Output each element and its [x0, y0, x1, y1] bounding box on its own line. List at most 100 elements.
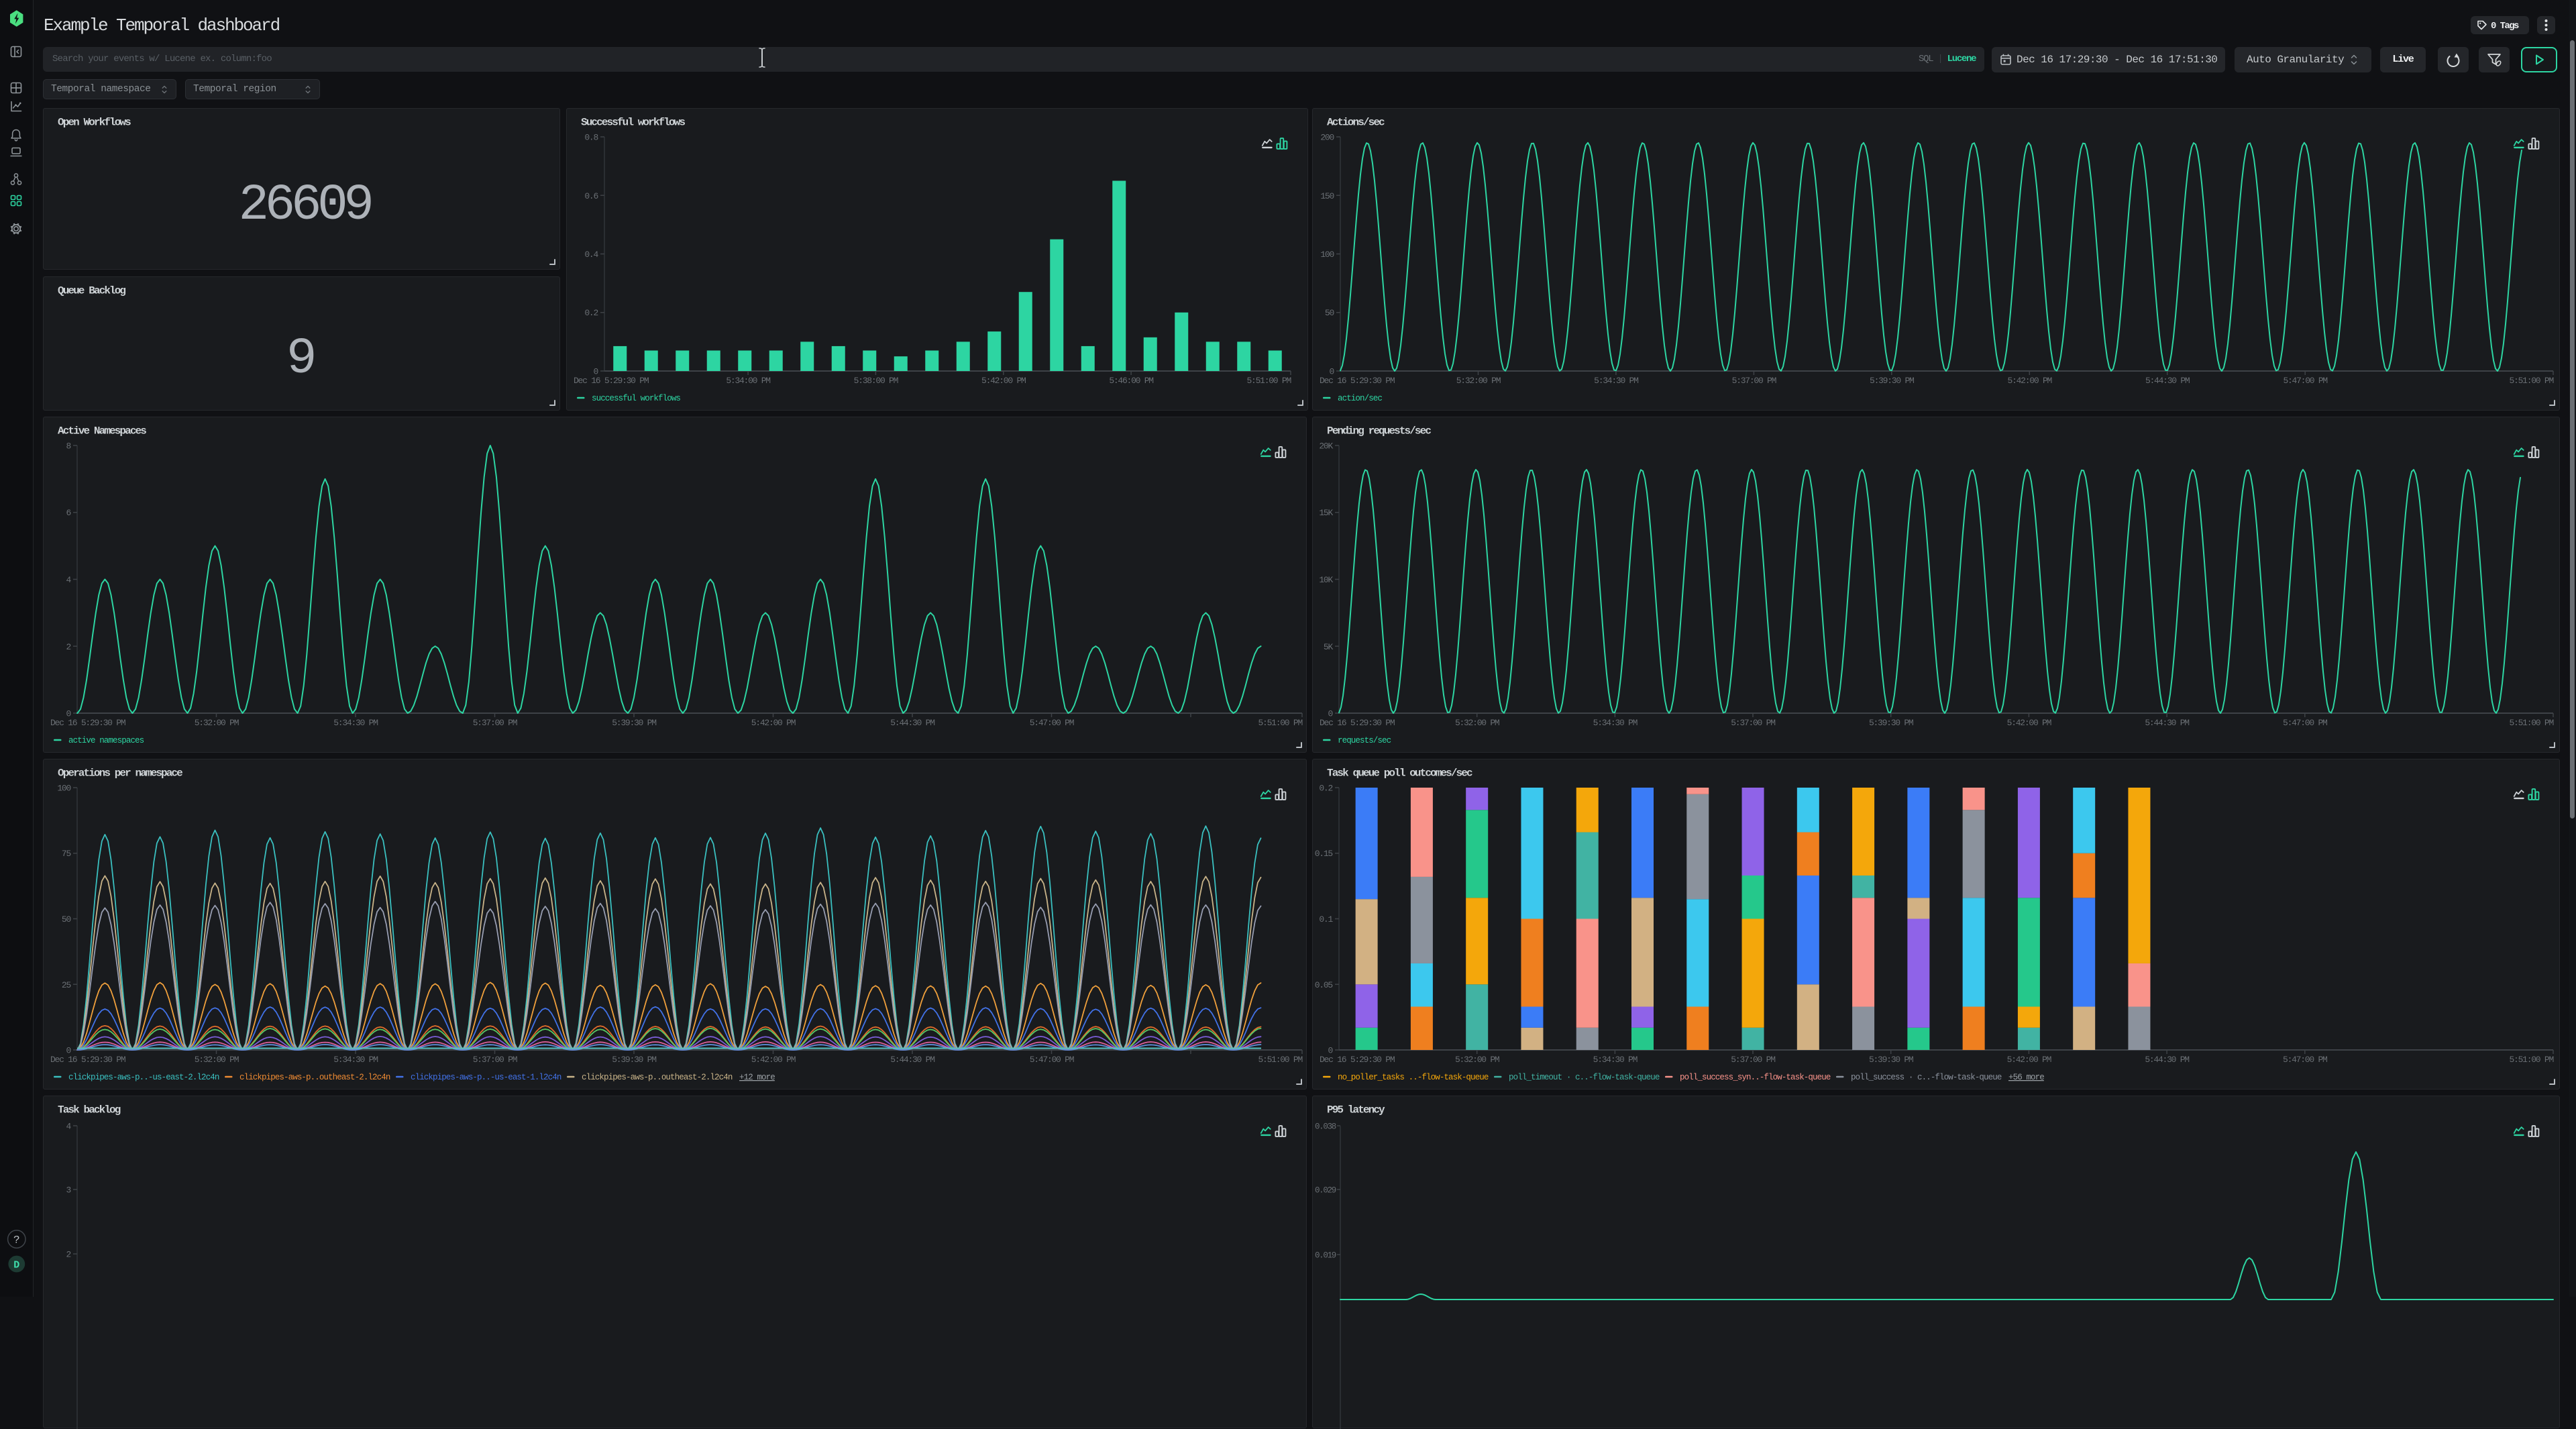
svg-text:requests/sec: requests/sec: [1338, 736, 1391, 745]
svg-text:0.6: 0.6: [584, 191, 598, 201]
svg-text:5:44:30 PM: 5:44:30 PM: [2145, 718, 2189, 728]
svg-text:5:34:30 PM: 5:34:30 PM: [333, 1055, 378, 1065]
svg-text:20K: 20K: [1319, 441, 1333, 452]
svg-text:5:51:00 PM: 5:51:00 PM: [1258, 718, 1302, 728]
svg-text:0 Tags: 0 Tags: [2491, 21, 2519, 32]
svg-text:Task queue poll outcomes/sec: Task queue poll outcomes/sec: [1327, 768, 1472, 780]
svg-text:5:37:00 PM: 5:37:00 PM: [473, 718, 517, 728]
svg-text:5:42:00 PM: 5:42:00 PM: [981, 376, 1026, 386]
svg-text:15K: 15K: [1319, 508, 1333, 518]
svg-text:25: 25: [62, 980, 71, 990]
svg-text:3: 3: [66, 1185, 70, 1196]
svg-text:5:34:00 PM: 5:34:00 PM: [726, 376, 770, 386]
svg-text:0.029: 0.029: [1315, 1186, 1336, 1196]
svg-text:5:51:00 PM: 5:51:00 PM: [2509, 718, 2553, 728]
svg-text:P95 latency: P95 latency: [1327, 1104, 1385, 1116]
svg-text:5:47:00 PM: 5:47:00 PM: [2283, 376, 2327, 386]
svg-text:10K: 10K: [1319, 575, 1333, 585]
svg-text:5K: 5K: [1324, 642, 1334, 652]
svg-text:2: 2: [66, 1250, 70, 1260]
svg-text:5:32:00 PM: 5:32:00 PM: [195, 1055, 239, 1065]
svg-text:5:34:30 PM: 5:34:30 PM: [333, 718, 378, 728]
svg-text:clickpipes-aws-p..-us-east-2.l: clickpipes-aws-p..-us-east-2.l2c4n: [68, 1073, 219, 1082]
svg-text:5:51:00 PM: 5:51:00 PM: [1258, 1055, 1302, 1065]
svg-text:26609: 26609: [238, 176, 371, 234]
svg-text:5:46:00 PM: 5:46:00 PM: [1109, 376, 1153, 386]
svg-text:4: 4: [66, 1122, 71, 1132]
svg-text:5:51:00 PM: 5:51:00 PM: [2509, 1055, 2553, 1065]
svg-text:5:39:30 PM: 5:39:30 PM: [1869, 1055, 1913, 1065]
svg-text:0.2: 0.2: [584, 308, 598, 318]
svg-text:9: 9: [286, 330, 314, 388]
svg-text:5:39:30 PM: 5:39:30 PM: [612, 1055, 656, 1065]
svg-text:200: 200: [1320, 133, 1334, 143]
svg-text:0.038: 0.038: [1315, 1122, 1336, 1132]
svg-text:6: 6: [66, 508, 70, 518]
svg-text:poll_timeout · c..-flow-task-q: poll_timeout · c..-flow-task-queue: [1509, 1073, 1660, 1082]
svg-text:Open Workflows: Open Workflows: [58, 117, 131, 129]
svg-text:5:44:30 PM: 5:44:30 PM: [890, 1055, 934, 1065]
svg-text:Dec 16 5:29:30 PM: Dec 16 5:29:30 PM: [574, 376, 649, 386]
svg-text:Successful workflows: Successful workflows: [581, 117, 685, 129]
svg-text:150: 150: [1320, 191, 1334, 201]
svg-text:5:51:00 PM: 5:51:00 PM: [1246, 376, 1291, 386]
svg-text:Task backlog: Task backlog: [58, 1104, 121, 1116]
svg-text:clickpipes-aws-p..outheast-2.l: clickpipes-aws-p..outheast-2.l2c4n: [239, 1073, 390, 1082]
svg-text:5:42:00 PM: 5:42:00 PM: [2007, 1055, 2051, 1065]
svg-text:75: 75: [62, 849, 71, 859]
svg-text:0.1: 0.1: [1319, 914, 1333, 924]
svg-text:0.05: 0.05: [1315, 980, 1333, 990]
svg-text:5:32:00 PM: 5:32:00 PM: [1455, 718, 1499, 728]
svg-text:5:32:00 PM: 5:32:00 PM: [1455, 1055, 1499, 1065]
svg-text:0.019: 0.019: [1315, 1251, 1336, 1261]
svg-text:5:34:30 PM: 5:34:30 PM: [1593, 1055, 1638, 1065]
svg-text:5:42:00 PM: 5:42:00 PM: [751, 1055, 796, 1065]
svg-text:5:38:00 PM: 5:38:00 PM: [854, 376, 898, 386]
svg-text:+12 more: +12 more: [739, 1073, 775, 1082]
svg-text:no_poller_tasks ..-flow-task-q: no_poller_tasks ..-flow-task-queue: [1338, 1073, 1489, 1082]
svg-text:5:39:30 PM: 5:39:30 PM: [1870, 376, 1914, 386]
svg-text:Dec 16 5:29:30 PM: Dec 16 5:29:30 PM: [1320, 376, 1395, 386]
svg-text:5:44:30 PM: 5:44:30 PM: [890, 718, 934, 728]
svg-text:0.15: 0.15: [1315, 849, 1333, 859]
svg-text:0.2: 0.2: [1319, 784, 1332, 794]
svg-text:5:47:00 PM: 5:47:00 PM: [1030, 718, 1074, 728]
svg-text:Dec 16 5:29:30 PM: Dec 16 5:29:30 PM: [1320, 1055, 1395, 1065]
svg-text:+56 more: +56 more: [2008, 1073, 2044, 1082]
svg-text:5:37:00 PM: 5:37:00 PM: [1731, 718, 1775, 728]
svg-text:5:37:00 PM: 5:37:00 PM: [1731, 1055, 1775, 1065]
svg-text:5:47:00 PM: 5:47:00 PM: [1030, 1055, 1074, 1065]
svg-text:100: 100: [57, 784, 70, 794]
svg-text:Dec 16 5:29:30 PM: Dec 16 5:29:30 PM: [1320, 718, 1395, 728]
svg-text:50: 50: [62, 914, 71, 924]
svg-text:5:37:00 PM: 5:37:00 PM: [473, 1055, 517, 1065]
svg-text:4: 4: [66, 575, 71, 585]
svg-text:Actions/sec: Actions/sec: [1327, 117, 1385, 129]
svg-text:poll_success · c..-flow-task-q: poll_success · c..-flow-task-queue: [1851, 1073, 2002, 1082]
svg-text:clickpipes-aws-p..-us-east-1.l: clickpipes-aws-p..-us-east-1.l2c4n: [411, 1073, 561, 1082]
svg-text:successful workflows: successful workflows: [592, 394, 680, 403]
svg-text:5:51:00 PM: 5:51:00 PM: [2509, 376, 2553, 386]
svg-text:action/sec: action/sec: [1338, 394, 1382, 403]
svg-text:8: 8: [66, 441, 70, 452]
svg-text:Dec 16 5:29:30 PM: Dec 16 5:29:30 PM: [50, 1055, 125, 1065]
svg-text:5:42:00 PM: 5:42:00 PM: [2008, 376, 2052, 386]
svg-text:Dec 16 5:29:30 PM: Dec 16 5:29:30 PM: [50, 718, 125, 728]
svg-text:Pending requests/sec: Pending requests/sec: [1327, 425, 1431, 437]
svg-text:2: 2: [66, 642, 70, 652]
svg-text:5:42:00 PM: 5:42:00 PM: [751, 718, 796, 728]
svg-text:5:42:00 PM: 5:42:00 PM: [2007, 718, 2051, 728]
svg-text:poll_success_syn..-flow-task-q: poll_success_syn..-flow-task-queue: [1680, 1073, 1831, 1082]
svg-text:0.8: 0.8: [584, 133, 598, 143]
svg-text:5:44:30 PM: 5:44:30 PM: [2145, 1055, 2189, 1065]
svg-text:100: 100: [1320, 250, 1334, 260]
svg-text:5:37:00 PM: 5:37:00 PM: [1732, 376, 1776, 386]
svg-text:Active Namespaces: Active Namespaces: [58, 425, 146, 437]
svg-text:5:34:30 PM: 5:34:30 PM: [1594, 376, 1638, 386]
svg-text:D: D: [13, 1260, 19, 1271]
svg-text:?: ?: [13, 1234, 20, 1247]
svg-text:5:34:30 PM: 5:34:30 PM: [1593, 718, 1638, 728]
svg-text:clickpipes-aws-p..outheast-2.l: clickpipes-aws-p..outheast-2.l2c4n: [582, 1073, 733, 1082]
svg-text:0.4: 0.4: [584, 250, 598, 260]
svg-text:5:32:00 PM: 5:32:00 PM: [195, 718, 239, 728]
